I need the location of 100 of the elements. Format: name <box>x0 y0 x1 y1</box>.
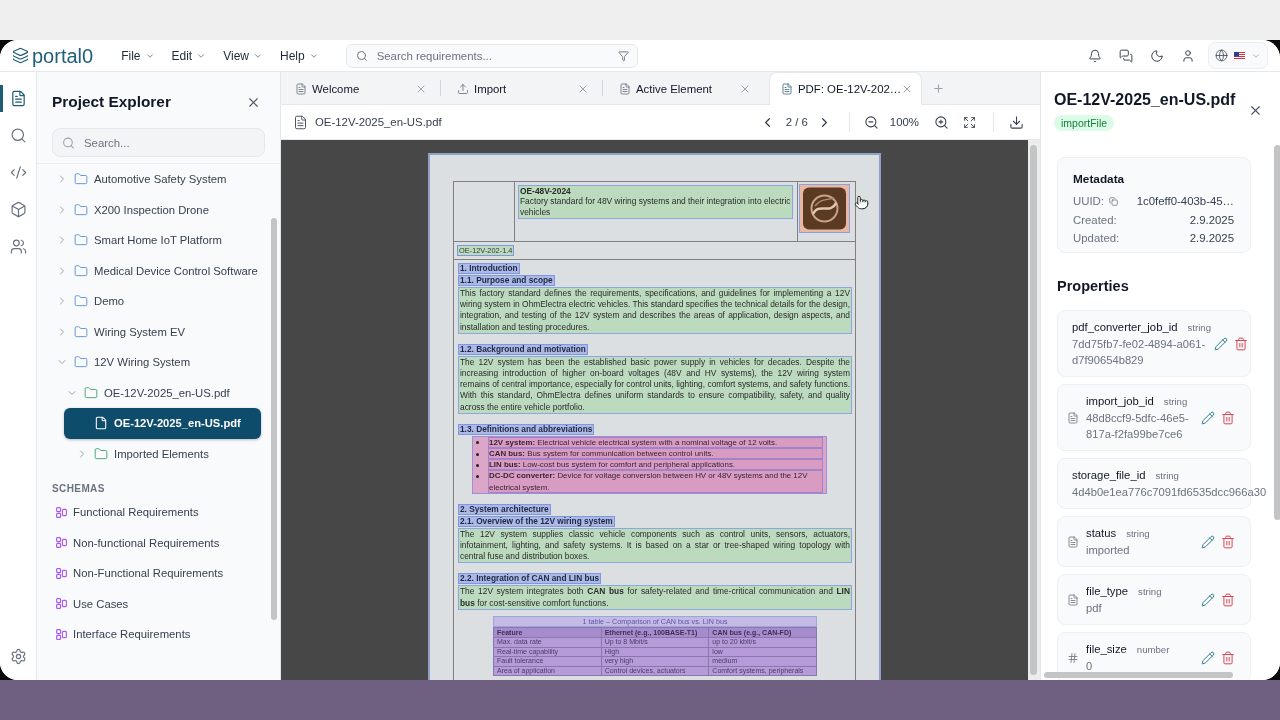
schema-item[interactable]: Non-functional Requirements <box>52 527 261 558</box>
paragraph: The 12V system supplies classic vehicle components such as control units, sensors, actuators, infotainment, lighting, and safety systems. It is based on a star or tree-shaped wiring topology with central fuse and distribution boxes. <box>458 527 852 564</box>
file-tree-item[interactable]: OE-12V-2025_en-US.pdf <box>64 408 261 439</box>
property-value: 4d4b0e1ea776c7091fd6535dcc966a30 <box>1072 485 1267 500</box>
property-type: string <box>1126 527 1150 541</box>
search-field[interactable]: Search requirements... <box>345 43 638 68</box>
menu-button[interactable]: Help <box>280 44 319 67</box>
document-icon <box>293 114 308 130</box>
folder-icon <box>74 263 88 278</box>
menu-button[interactable]: File <box>121 44 155 67</box>
property-name: pdf_converter_job_id <box>1072 320 1178 335</box>
hash-icon <box>1067 651 1079 664</box>
folder-tree-item[interactable]: Automotive Safety System <box>52 164 261 195</box>
folder-tree-item[interactable]: Wiring System EV <box>52 316 261 347</box>
metadata-label: Updated: <box>1073 231 1120 246</box>
zoom-out-icon <box>864 114 880 130</box>
schema-item[interactable]: Use Cases <box>52 588 261 619</box>
document-code: OE-48V-2024 <box>520 186 572 196</box>
property-name: file_type <box>1086 584 1129 599</box>
schema-icon <box>56 598 67 610</box>
trash-icon <box>1234 336 1248 351</box>
section-label: SCHEMAS <box>52 482 106 496</box>
bullet-icon <box>476 463 479 467</box>
scrollbar-thumb[interactable] <box>271 218 277 620</box>
bell-icon <box>1088 48 1102 63</box>
section-heading: 2.2. Integration of CAN and LIN bus <box>458 573 602 585</box>
bullet-icon <box>476 452 479 456</box>
schema-icon <box>56 506 67 518</box>
section-heading: 1. Introduction <box>458 263 520 274</box>
download-icon <box>1008 114 1024 130</box>
metadata-value: 2.9.2025 <box>1189 212 1234 228</box>
copy-icon[interactable] <box>1109 196 1118 206</box>
moon-icon <box>1150 48 1164 63</box>
schema-item[interactable]: Functional Requirements <box>52 497 261 528</box>
delete-button[interactable] <box>1221 650 1235 665</box>
page-indicator: 2 / 6 <box>785 116 808 128</box>
flag-icon <box>1234 51 1245 60</box>
search-field[interactable]: Search... <box>52 128 265 157</box>
upload-icon <box>457 82 469 95</box>
folder-tree-item[interactable]: 12V Wiring System <box>52 347 261 378</box>
scrollbar-thumb[interactable] <box>1274 145 1280 520</box>
property-type: string <box>1138 585 1162 599</box>
document-icon <box>295 82 307 95</box>
scrollbar-thumb[interactable] <box>1030 145 1037 675</box>
folder-tree-item[interactable]: Imported Elements <box>64 438 261 469</box>
metadata-value: 1c0feff0-403b-45… <box>1136 194 1234 209</box>
property-value: imported <box>1086 543 1130 558</box>
folder-tree-item[interactable]: Smart Home IoT Platform <box>52 225 261 256</box>
metadata-value: 2.9.2025 <box>1189 231 1234 246</box>
language-button[interactable] <box>1208 42 1268 69</box>
users-icon <box>9 238 27 255</box>
filter-icon[interactable] <box>617 50 629 61</box>
editor-tab[interactable]: Import <box>445 72 598 104</box>
edit-button[interactable] <box>1201 410 1215 425</box>
folder-icon <box>74 233 88 248</box>
edit-button[interactable] <box>1201 534 1215 549</box>
schema-item[interactable]: Non-Functional Requirements <box>52 558 261 589</box>
folder-tree-item[interactable]: X200 Inspection Drone <box>52 194 261 225</box>
edit-button[interactable] <box>1201 650 1215 665</box>
folder-tree-item[interactable]: OE-12V-2025_en-US.pdf <box>58 377 261 408</box>
folder-tree-item[interactable]: Medical Device Control Software <box>52 255 261 286</box>
paragraph: The 12V system integrates both CAN bus for safety-related and time-critical communication and LIN bus for cost-sensitive comfort functions. <box>458 585 852 610</box>
scrollbar-thumb[interactable] <box>1044 672 1233 678</box>
property-value: 48d8ccf9-5dfc-46e5-817a-f2fa99be7ce6 <box>1086 411 1190 442</box>
folder-icon <box>84 385 98 400</box>
schema-item[interactable]: Interface Requirements <box>52 619 261 650</box>
delete-button[interactable] <box>1221 410 1235 425</box>
globe-icon <box>1215 49 1228 62</box>
document-title: Factory standard for 48V wiring systems and their integration into electric vehicles <box>520 196 791 218</box>
document-icon <box>1067 593 1079 606</box>
expand-icon <box>962 115 976 129</box>
pencil-icon <box>1201 534 1215 549</box>
property-value: 0 <box>1086 659 1093 674</box>
section-heading: Properties <box>1057 277 1129 296</box>
section-heading: 1.3. Definitions and abbreviations <box>458 423 595 435</box>
delete-button[interactable] <box>1234 336 1248 351</box>
close-icon[interactable] <box>901 83 913 95</box>
document-icon <box>9 90 27 107</box>
card-title: Metadata <box>1073 171 1126 187</box>
editor-tab[interactable]: Welcome <box>283 72 436 104</box>
delete-button[interactable] <box>1221 592 1235 607</box>
folder-icon <box>74 202 88 217</box>
plus-icon <box>931 81 945 95</box>
editor-tab[interactable]: PDF: OE-12V-202… <box>769 72 922 105</box>
property-type: string <box>1187 321 1211 335</box>
search-icon <box>9 127 27 144</box>
bullet-icon <box>476 441 479 445</box>
delete-button[interactable] <box>1221 534 1235 549</box>
layers-icon <box>12 47 29 64</box>
user-icon <box>1181 48 1195 63</box>
edit-button[interactable] <box>1201 592 1215 607</box>
editor-tab[interactable]: Active Element <box>607 72 760 104</box>
folder-tree-item[interactable]: Demo <box>52 286 261 317</box>
folder-icon <box>74 355 88 370</box>
section-heading: 1.2. Background and motivation <box>458 343 588 355</box>
menu-button[interactable]: Edit <box>171 44 207 67</box>
panel-title: Project Explorer <box>52 93 171 111</box>
trash-icon <box>1221 410 1235 425</box>
menu-button[interactable]: View <box>223 44 263 67</box>
edit-button[interactable] <box>1214 336 1228 351</box>
